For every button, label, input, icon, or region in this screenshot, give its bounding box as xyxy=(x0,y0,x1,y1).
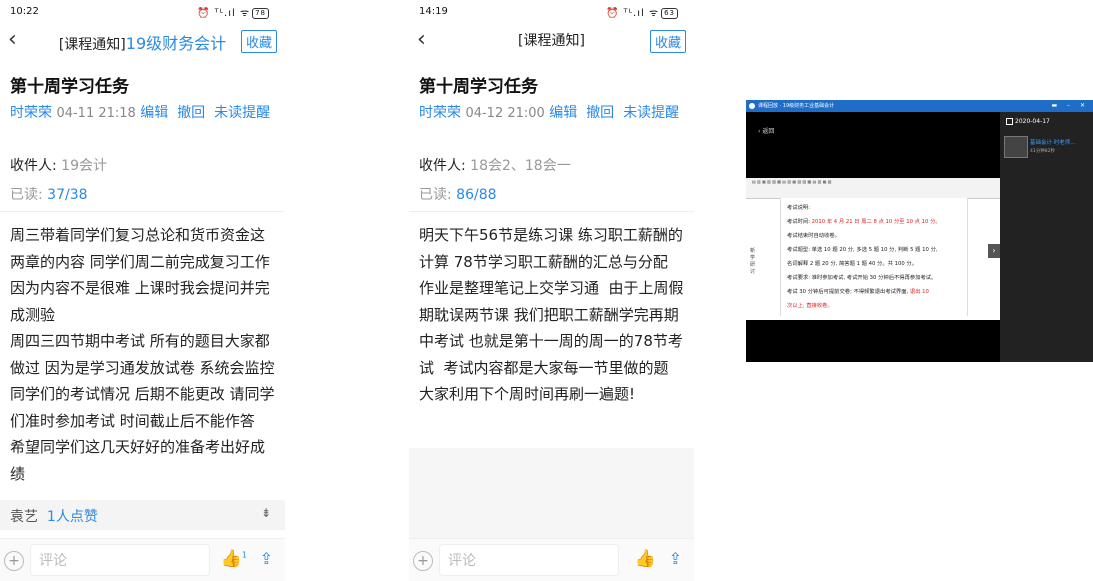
empty-area xyxy=(409,448,694,538)
notice-title: 第十周学习任务 xyxy=(419,77,538,97)
doc-line: 考试结束时自动收卷。 xyxy=(787,233,840,239)
sender-name[interactable]: 时荣荣 xyxy=(419,105,461,121)
likes-summary: 袁艺 1人点赞 xyxy=(10,506,98,526)
unread-remind-link[interactable]: 未读提醒 xyxy=(214,105,270,121)
doc-line: 次以上, 直接收卷。 xyxy=(787,303,833,309)
battery-icon: 78 xyxy=(252,7,269,19)
exam-document: 考试说明: 考试时间: 2010 年 4 月 21 日 周二 8 点 10 分至… xyxy=(780,198,968,316)
add-icon[interactable]: + xyxy=(413,551,433,571)
nav-bar: ‹ [课程通知]19级财务会计 收藏 xyxy=(0,26,285,54)
likes-count[interactable]: 1人点赞 xyxy=(47,509,98,525)
status-time: 10:22 xyxy=(10,6,39,17)
signal-wifi-icon: ⏰ ᵀᴸ.ıl ᯤ xyxy=(606,8,660,19)
recipients: 收件人: 19会计 xyxy=(10,155,107,175)
notice-title: 第十周学习任务 xyxy=(10,77,129,97)
sender-name[interactable]: 时荣荣 xyxy=(10,105,52,121)
notice-meta: 时荣荣 04-12 21:00 编辑 撤回 未读提醒 xyxy=(419,104,684,123)
share-icon[interactable]: ⇪ xyxy=(669,549,682,568)
window-titlebar: 课程回放 · 19级财务工业基础会计 ▬ – ✕ xyxy=(746,100,1093,112)
read-label: 已读: xyxy=(419,187,457,203)
recipients-value: 18会2、18会一 xyxy=(470,158,571,174)
playback-sidebar: 2020-04-17 基础会计·时老师... 41分钟82秒 xyxy=(1000,112,1093,362)
notice-body: 明天下午56节是练习课 练习职工薪酬的计算 78节学习职工薪酬的汇总与分配 作业… xyxy=(419,226,684,403)
divider xyxy=(409,211,694,212)
sidebar-date: 2020-04-17 xyxy=(1006,118,1050,125)
nav-bar: ‹ [课程通知] 收藏 xyxy=(409,26,694,54)
doc-line: 考试题型: 单选 10 题 20 分, 多选 5 题 10 分, 判断 5 题 … xyxy=(787,247,938,253)
read-status[interactable]: 已读: 37/38 xyxy=(10,184,88,204)
notice-body: 周三带着同学们复习总论和货币资金这两章的内容 同学们周二前完成复习工作 因为内容… xyxy=(10,226,275,483)
status-icons: ⏰ ᵀᴸ.ıl ᯤ 78 xyxy=(197,5,269,19)
notice-date: 04-12 21:00 xyxy=(465,106,545,121)
favorite-button[interactable]: 收藏 xyxy=(649,30,686,53)
nav-title-course: 19级财务会计 xyxy=(125,34,227,53)
playback-item-title: 基础会计·时老师... xyxy=(1030,140,1076,146)
edit-link[interactable]: 编辑 xyxy=(140,105,168,121)
recipients-label: 收件人: xyxy=(419,158,471,174)
like-count: 1 xyxy=(241,550,247,560)
recipients-label: 收件人: xyxy=(10,158,62,174)
like-icon[interactable]: 👍1 xyxy=(221,549,247,569)
read-status[interactable]: 已读: 86/88 xyxy=(419,184,497,204)
likes-bar: 袁艺 1人点赞 ⇟ xyxy=(0,500,285,530)
video-back-label: 返回 xyxy=(762,128,775,135)
read-label: 已读: xyxy=(10,187,48,203)
doc-line: 考试说明: xyxy=(787,205,810,211)
recall-link[interactable]: 撤回 xyxy=(177,105,205,121)
video-playback-window: 课程回放 · 19级财务工业基础会计 ▬ – ✕ ‹ 返回 ▤ ▥ ▦ ▧ ▨ … xyxy=(746,100,1093,362)
playback-item[interactable]: 基础会计·时老师... 41分钟82秒 xyxy=(1004,136,1092,162)
status-icons: ⏰ ᵀᴸ.ıl ᯤ 63 xyxy=(606,5,678,19)
playback-item-duration: 41分钟82秒 xyxy=(1030,149,1055,154)
recipients: 收件人: 18会2、18会一 xyxy=(419,155,571,175)
status-bar: 14:19 ⏰ ᵀᴸ.ıl ᯤ 63 xyxy=(409,0,694,22)
window-controls[interactable]: ▬ – ✕ xyxy=(1051,100,1089,112)
video-back-button[interactable]: ‹ 返回 xyxy=(758,126,774,135)
read-count: 37/38 xyxy=(47,187,88,203)
status-bar: 10:22 ⏰ ᵀᴸ.ıl ᯤ 78 xyxy=(0,0,285,22)
comment-bar: + 评论 👍 ⇪ xyxy=(409,538,694,581)
share-icon[interactable]: ⇪ xyxy=(260,549,273,568)
comment-bar: + 评论 👍1 ⇪ xyxy=(0,538,285,581)
shared-screen: ▤ ▥ ▦ ▧ ▨ ▩ ▤ ▥ ▦ ▧ ▨ ▩ ▤ ▥ ▦ ▧ 新 学 研 讨 … xyxy=(746,178,1000,320)
notice-date: 04-11 21:18 xyxy=(56,106,136,121)
add-icon[interactable]: + xyxy=(4,551,24,571)
battery-icon: 63 xyxy=(661,7,678,19)
calendar-icon xyxy=(1006,118,1013,125)
video-area[interactable]: ‹ 返回 ▤ ▥ ▦ ▧ ▨ ▩ ▤ ▥ ▦ ▧ ▨ ▩ ▤ ▥ ▦ ▧ 新 学… xyxy=(746,112,1000,362)
doc-line: 考试 30 分钟后可提前交卷; 不得频繁退出考试界面, 退出 10 xyxy=(787,289,929,295)
signal-wifi-icon: ⏰ ᵀᴸ.ıl ᯤ xyxy=(197,8,251,19)
notice-meta: 时荣荣 04-11 21:18 编辑 撤回 未读提醒 xyxy=(10,104,275,123)
app-logo-icon xyxy=(749,103,755,109)
comment-input[interactable]: 评论 xyxy=(439,544,619,576)
doc-line: 考试时间: 2010 年 4 月 21 日 周二 8 点 10 分至 10 点 … xyxy=(787,219,941,225)
phone-screen-1: 10:22 ⏰ ᵀᴸ.ıl ᯤ 78 ‹ [课程通知]19级财务会计 收藏 第十周… xyxy=(0,0,285,581)
doc-line: 名词解释 2 题 20 分, 简答题 1 题 40 分。共 100 分。 xyxy=(787,261,917,267)
window-title: 课程回放 · 19级财务工业基础会计 xyxy=(758,103,835,109)
ribbon-tabs-icon: ▤ ▥ ▦ ▧ ▨ ▩ ▤ ▥ ▦ ▧ ▨ ▩ ▤ ▥ ▦ ▧ xyxy=(752,179,832,184)
sort-icon[interactable]: ⇟ xyxy=(261,506,271,520)
nav-title-prefix: [课程通知] xyxy=(58,37,126,53)
recipients-value: 19会计 xyxy=(61,158,107,174)
favorite-button[interactable]: 收藏 xyxy=(240,30,277,53)
edit-link[interactable]: 编辑 xyxy=(549,105,577,121)
read-count: 86/88 xyxy=(456,187,497,203)
liker-name: 袁艺 xyxy=(10,509,38,525)
unread-remind-link[interactable]: 未读提醒 xyxy=(623,105,679,121)
doc-line: 考试要求: 准时参加考试, 考试开始 30 分钟后不得再参加考试。 xyxy=(787,275,937,281)
recall-link[interactable]: 撤回 xyxy=(586,105,614,121)
video-thumbnail xyxy=(1004,136,1028,158)
doc-side-text: 新 学 研 讨 xyxy=(750,248,756,275)
like-icon[interactable]: 👍 xyxy=(635,549,656,569)
divider xyxy=(0,211,285,212)
status-time: 14:19 xyxy=(419,6,448,17)
comment-input[interactable]: 评论 xyxy=(30,544,210,576)
phone-screen-2: 14:19 ⏰ ᵀᴸ.ıl ᯤ 63 ‹ [课程通知] 收藏 第十周学习任务 时荣… xyxy=(409,0,694,581)
next-chevron-icon[interactable]: › xyxy=(988,244,1000,258)
word-ribbon: ▤ ▥ ▦ ▧ ▨ ▩ ▤ ▥ ▦ ▧ ▨ ▩ ▤ ▥ ▦ ▧ xyxy=(746,178,1000,199)
